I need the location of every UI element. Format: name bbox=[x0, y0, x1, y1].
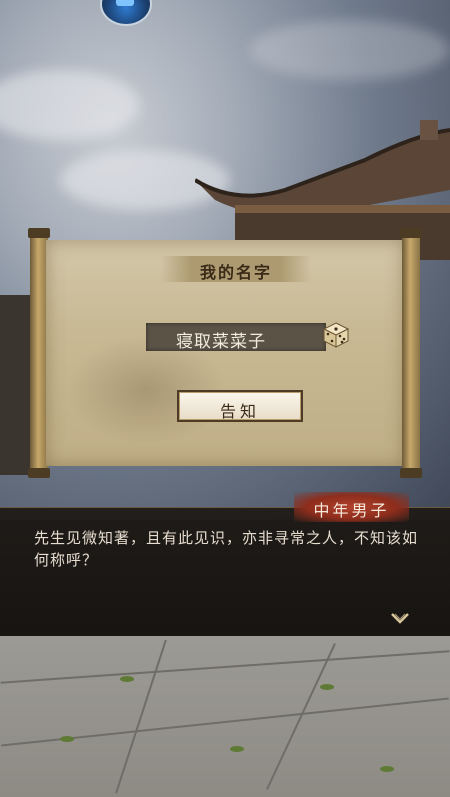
dialog-title: 我的名字 bbox=[199, 263, 272, 282]
scroll-paper: 我的名字 寝取菜菜子 告知 bbox=[46, 240, 404, 466]
name-scroll-dialog: 我的名字 寝取菜菜子 告知 bbox=[28, 228, 422, 478]
name-field-value: 寝取菜菜子 bbox=[176, 332, 266, 352]
speaker-name: 中年男子 bbox=[313, 501, 390, 520]
app-menu-icon-glyph bbox=[116, 0, 134, 6]
scroll-rod-right bbox=[400, 228, 422, 478]
stone-courtyard bbox=[0, 636, 450, 797]
chevron-down-icon[interactable] bbox=[390, 612, 410, 626]
conversation-text: 先生见微知著，且有此见识，亦非寻常之人，不知该如何称呼？ bbox=[34, 529, 419, 569]
dice-icon[interactable] bbox=[322, 321, 350, 349]
confirm-button-label: 告知 bbox=[219, 402, 260, 421]
confirm-button[interactable]: 告知 bbox=[177, 390, 303, 422]
title-band: 我的名字 bbox=[161, 256, 311, 282]
name-field[interactable]: 寝取菜菜子 bbox=[146, 323, 326, 352]
speaker-tag: 中年男子 bbox=[294, 492, 409, 522]
cloud bbox=[250, 20, 450, 80]
